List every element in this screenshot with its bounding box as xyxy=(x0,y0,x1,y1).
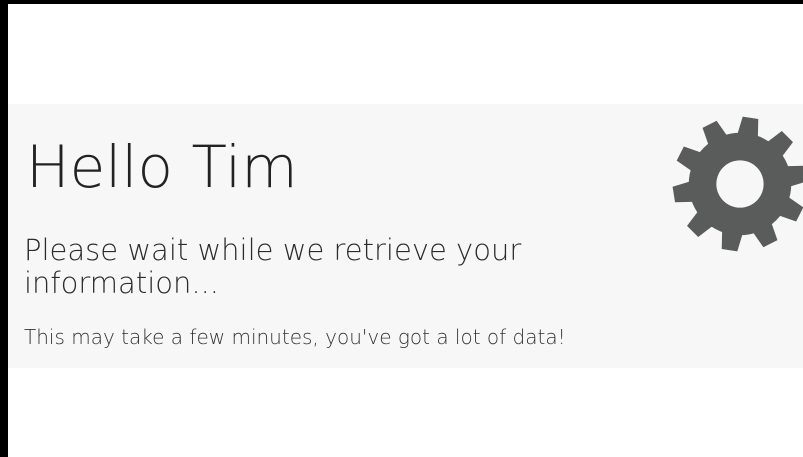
loading-panel: Hello Tim Please wait while we retrieve … xyxy=(8,104,803,368)
gear-icon xyxy=(672,116,803,252)
greeting-heading: Hello Tim xyxy=(26,133,298,201)
window-border-left xyxy=(0,0,8,457)
app-window: Hello Tim Please wait while we retrieve … xyxy=(0,0,803,457)
gear-tooth xyxy=(721,227,744,252)
loading-message: Please wait while we retrieve your infor… xyxy=(24,233,522,300)
gear-tooth xyxy=(736,116,759,141)
gear-tooth xyxy=(783,165,803,188)
gear-tooth xyxy=(672,180,697,203)
loading-note: This may take a few minutes, you've got … xyxy=(24,325,566,349)
window-border-top xyxy=(0,0,803,4)
